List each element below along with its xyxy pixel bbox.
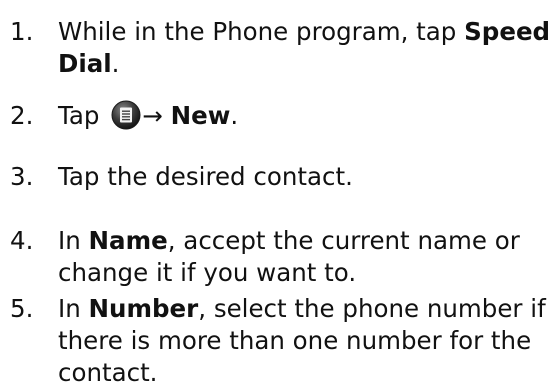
step-text: Tap the desired contact. — [58, 161, 553, 193]
step-line: Dial. — [58, 48, 553, 80]
step-line: In Name, accept the current name or — [58, 225, 553, 257]
step-line: In Number, select the phone number if — [58, 293, 553, 325]
step-number: 5. — [10, 294, 34, 323]
step-text-plain: , select the phone number if — [198, 294, 546, 323]
step-text-bold: Speed — [464, 17, 551, 46]
step-text-bold: Dial — [58, 49, 112, 78]
step-line: change it if you want to. — [58, 258, 357, 287]
step-text-plain: . — [230, 101, 239, 130]
step-text-plain: In — [58, 226, 89, 255]
step-number: 4. — [10, 226, 34, 255]
step-text-bold: Number — [88, 294, 199, 323]
step-text-bold: New — [170, 101, 231, 130]
step-text-bold: Name — [88, 226, 168, 255]
step-text-plain: In — [58, 294, 89, 323]
step-text: In Name, accept the current name or chan… — [58, 225, 553, 289]
step-text-plain: Tap — [58, 101, 108, 130]
step-line: there is more than one number for the — [58, 326, 532, 355]
step-number: 2. — [10, 101, 34, 130]
step-text-plain: While in the Phone program, tap — [58, 17, 465, 46]
step-text: While in the Phone program, tap Speed Di… — [58, 16, 553, 80]
step-text-plain: . — [111, 49, 120, 78]
step-line: While in the Phone program, tap Speed — [58, 16, 553, 48]
step-text-plain: , accept the current name or — [167, 226, 520, 255]
step-text: Tap → New. — [58, 100, 553, 132]
step-text: In Number, select the phone number if th… — [58, 293, 553, 389]
arrow-glyph: → — [142, 101, 163, 130]
step-number: 1. — [10, 17, 34, 46]
menu-icon — [111, 100, 141, 130]
step-line: Tap → New. — [58, 100, 553, 132]
step-number: 3. — [10, 162, 34, 191]
step-line: contact. — [58, 358, 158, 387]
step-line: Tap the desired contact. — [58, 162, 353, 191]
